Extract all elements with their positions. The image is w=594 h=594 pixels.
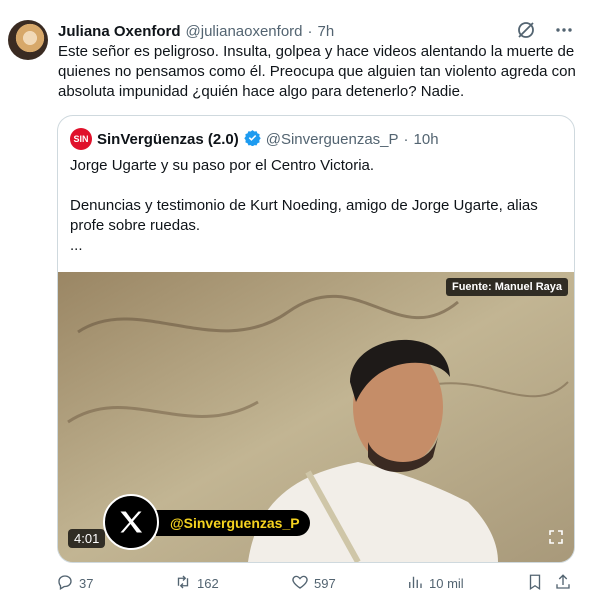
repost-button[interactable]: 162 [174,573,219,594]
reply-button[interactable]: 37 [56,573,93,594]
author-name[interactable]: Juliana Oxenford [58,23,181,40]
reply-count: 37 [79,576,94,591]
quoted-header: SIN SinVergüenzas (2.0) @Sinverguenzas_P… [70,128,439,150]
verified-icon [244,129,261,150]
repost-count: 162 [197,576,219,591]
watermark-handle: @Sinverguenzas_P [156,510,310,536]
views-count: 10 mil [429,576,464,591]
bookmark-button[interactable] [526,573,544,594]
quoted-ellipsis: ... [70,237,83,254]
video-player[interactable]: Fuente: Manuel Raya 4:01 @Sinverguenzas_… [58,272,574,562]
author-handle[interactable]: @julianaoxenford [186,23,303,40]
tweet-text: Este señor es peligroso. Insulta, golpea… [58,43,576,100]
tweet-header: Juliana Oxenford @julianaoxenford · 7h [58,20,334,42]
quoted-author-name[interactable]: SinVergüenzas (2.0) [97,131,239,148]
like-count: 597 [314,576,336,591]
views-button[interactable]: 10 mil [406,573,464,594]
repost-icon [174,573,192,594]
x-logo-icon [103,494,159,550]
quoted-tweet[interactable]: SIN SinVergüenzas (2.0) @Sinverguenzas_P… [57,115,575,563]
quoted-text: Jorge Ugarte y su paso por el Centro Vic… [70,156,560,256]
share-button[interactable] [554,573,572,594]
video-duration: 4:01 [68,529,106,548]
quoted-avatar[interactable]: SIN [70,128,92,150]
heart-icon [291,573,309,594]
video-source-label: Fuente: Manuel Raya [445,278,568,296]
like-button[interactable]: 597 [291,573,336,594]
expand-icon[interactable] [548,529,564,550]
quoted-handle[interactable]: @Sinverguenzas_P [266,131,399,148]
quoted-timestamp[interactable]: 10h [414,131,439,148]
views-icon [406,573,424,594]
quoted-line-2: Denuncias y testimonio de Kurt Noeding, … [70,197,538,234]
quoted-separator: · [403,130,409,148]
timestamp[interactable]: 7h [318,23,335,40]
reply-icon [56,573,74,594]
bookmark-icon [526,573,544,594]
action-bar: 37 162 597 10 mil [56,573,576,593]
avatar[interactable] [8,20,48,60]
tweet-card[interactable]: Juliana Oxenford @julianaoxenford · 7h E… [0,0,594,593]
quoted-line-1: Jorge Ugarte y su paso por el Centro Vic… [70,157,375,174]
share-icon [554,573,572,594]
separator: · [307,22,313,40]
